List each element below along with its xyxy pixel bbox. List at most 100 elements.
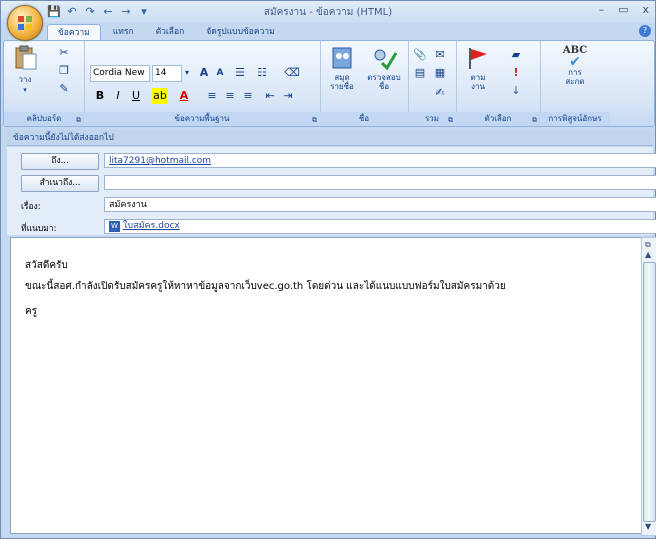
ruler-toggle-icon[interactable]: ⧉	[645, 240, 651, 250]
proofing-group-label: การพิสูจน์อักษร	[548, 114, 602, 123]
include-group-label: รวม	[424, 114, 440, 123]
include-launcher-icon[interactable]: ⧉	[448, 113, 453, 127]
check-names-icon	[374, 49, 398, 71]
office-button[interactable]	[7, 5, 43, 41]
low-importance-icon[interactable]: ↓	[508, 83, 524, 99]
attach-file-icon[interactable]: 📎	[412, 47, 428, 63]
tab-options[interactable]: ตัวเลือก	[146, 24, 195, 41]
decrease-indent-icon[interactable]: ⇤	[262, 88, 278, 104]
signature-icon[interactable]: ✍	[432, 85, 448, 101]
attachment-field[interactable]: W ใบสมัคร.docx	[104, 219, 656, 234]
ribbon-tabs: ข้อความ แทรก ตัวเลือก จัดรูปแบบข้อความ	[47, 24, 285, 42]
business-card-icon[interactable]: ▤	[412, 65, 428, 81]
increase-indent-icon[interactable]: ⇥	[280, 88, 296, 104]
attachment-link[interactable]: ใบสมัคร.docx	[123, 219, 180, 234]
categorize-icon[interactable]: ▰	[508, 47, 524, 63]
to-field[interactable]: lita7291@hotmail.com	[104, 153, 656, 168]
paste-button[interactable]: วาง ▾	[8, 45, 42, 94]
to-button[interactable]: ถึง...	[21, 153, 99, 170]
follow-up-label: ตาม งาน	[470, 73, 486, 91]
clipboard-group: วาง ▾ ✂ ❐ ✎ คลิปบอร์ด ⧉	[4, 41, 85, 126]
maximize-button[interactable]: ▭	[618, 3, 628, 16]
subject-label: เรื่อง:	[21, 202, 41, 212]
customize-qat-icon[interactable]: ▾	[137, 5, 151, 19]
spelling-label: การ สะกด	[565, 68, 585, 86]
help-icon[interactable]: ?	[639, 25, 651, 37]
address-book-icon	[332, 47, 352, 69]
include-group: 📎 ✉ ▤ ▦ ✍ รวม ⧉	[408, 41, 457, 126]
word-document-icon: W	[109, 221, 120, 232]
attach-item-icon[interactable]: ✉	[432, 47, 448, 63]
font-size-select[interactable]: 14	[152, 65, 182, 82]
names-group-label: ชื่อ	[358, 114, 370, 123]
undo-icon[interactable]: ↶	[65, 5, 79, 19]
cut-icon[interactable]: ✂	[56, 45, 72, 61]
tab-format-text[interactable]: จัดรูปแบบข้อความ	[196, 24, 284, 41]
grow-font-icon[interactable]: A	[196, 65, 212, 81]
underline-icon[interactable]: U	[128, 88, 144, 104]
check-names-label: ตรวจสอบ ชื่อ	[367, 73, 401, 91]
font-color-icon[interactable]: A	[176, 88, 192, 104]
attachment-label: ที่แนบมา:	[21, 224, 57, 234]
format-painter-icon[interactable]: ✎	[56, 81, 72, 97]
paste-icon	[15, 45, 37, 70]
cc-field[interactable]	[104, 175, 656, 190]
quick-access-toolbar: 💾 ↶ ↷ ← → ▾	[47, 4, 151, 20]
clipboard-launcher-icon[interactable]: ⧉	[76, 113, 81, 127]
copy-icon[interactable]: ❐	[56, 63, 72, 79]
body-signature: ครู	[25, 306, 38, 317]
message-header: ถึง... lita7291@hotmail.com สำเนาถึง... …	[7, 147, 656, 235]
address-book-label: สมุด รายชื่อ	[330, 73, 354, 91]
align-center-icon[interactable]: ≡	[222, 88, 238, 104]
checkmark-icon: ✔	[569, 54, 581, 70]
scroll-thumb[interactable]	[643, 262, 656, 522]
minimize-button[interactable]: –	[599, 3, 605, 16]
tab-insert[interactable]: แทรก	[103, 24, 144, 41]
subject-field[interactable]: สมัครงาน	[104, 197, 656, 212]
info-bar: ข้อความนี้ยังไม่ได้ส่งออกไป	[7, 130, 653, 146]
clipboard-group-label: คลิปบอร์ด	[26, 114, 62, 123]
options-launcher-icon[interactable]: ⧉	[532, 113, 537, 127]
basic-text-group: Cordia New ▾ 14 ▾ A A ☰ ☷ ⌫ B I U ab A ≡…	[84, 41, 321, 126]
size-dropdown-icon[interactable]: ▾	[179, 65, 195, 81]
vertical-scrollbar[interactable]: ⧉ ▲ ▼	[641, 237, 656, 536]
high-importance-icon[interactable]: !	[508, 65, 524, 81]
flag-icon	[469, 48, 487, 69]
font-name-select[interactable]: Cordia New	[90, 65, 150, 82]
names-group: สมุด รายชื่อ ตรวจสอบ ชื่อ ชื่อ	[320, 41, 409, 126]
message-body[interactable]: สวัสดีครับ ขณะนี้สอศ.กำลังเปิดรับสมัครคร…	[10, 237, 644, 534]
basic-text-launcher-icon[interactable]: ⧉	[312, 113, 317, 127]
cc-button[interactable]: สำเนาถึง...	[21, 175, 99, 192]
close-button[interactable]: x	[642, 3, 649, 16]
proofing-group: ABC ✔ การ สะกด การพิสูจน์อักษร	[540, 41, 610, 126]
align-left-icon[interactable]: ≡	[204, 88, 220, 104]
italic-icon[interactable]: I	[110, 88, 126, 104]
redo-icon[interactable]: ↷	[83, 5, 97, 19]
clear-formatting-icon[interactable]: ⌫	[284, 65, 300, 81]
options-group-label: ตัวเลือก	[484, 114, 512, 123]
next-item-icon[interactable]: →	[119, 5, 133, 19]
outlook-window: สมัครงาน - ข้อความ (HTML) – ▭ x 💾 ↶ ↷ ← …	[0, 0, 656, 539]
office-logo-icon	[18, 16, 32, 30]
spelling-button[interactable]: ABC ✔ การ สะกด	[554, 45, 596, 86]
follow-up-button[interactable]: ตาม งาน	[460, 45, 496, 91]
body-main-text: ขณะนี้สอศ.กำลังเปิดรับสมัครครูให้หาหาข้อ…	[25, 281, 506, 292]
body-greeting: สวัสดีครับ	[25, 260, 68, 271]
basic-text-group-label: ข้อความพื้นฐาน	[174, 114, 230, 123]
align-right-icon[interactable]: ≡	[240, 88, 256, 104]
options-group: ตาม งาน ▰ ! ↓ ตัวเลือก ⧉	[456, 41, 541, 126]
save-icon[interactable]: 💾	[47, 5, 61, 19]
scroll-down-icon[interactable]: ▼	[645, 522, 651, 531]
bold-icon[interactable]: B	[92, 88, 108, 104]
shrink-font-icon[interactable]: A	[212, 65, 228, 81]
numbering-icon[interactable]: ☷	[254, 65, 270, 81]
scroll-up-icon[interactable]: ▲	[645, 250, 651, 259]
check-names-button[interactable]: ตรวจสอบ ชื่อ	[364, 45, 404, 91]
highlight-icon[interactable]: ab	[152, 88, 168, 104]
ribbon: วาง ▾ ✂ ❐ ✎ คลิปบอร์ด ⧉ Cordia New ▾ 14 …	[3, 40, 655, 127]
bullets-icon[interactable]: ☰	[232, 65, 248, 81]
paste-label: วาง	[18, 75, 32, 84]
address-book-button[interactable]: สมุด รายชื่อ	[324, 45, 360, 91]
previous-item-icon[interactable]: ←	[101, 5, 115, 19]
calendar-icon[interactable]: ▦	[432, 65, 448, 81]
